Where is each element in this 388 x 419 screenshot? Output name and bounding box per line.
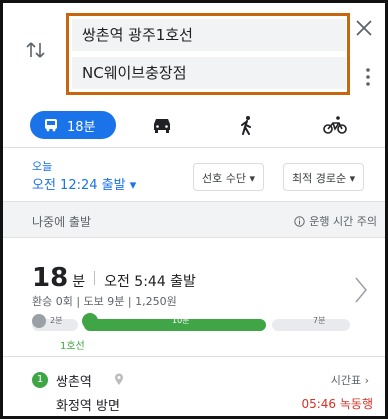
route-details: 환승 0회 | 도보 9분 | 1,250원: [32, 295, 177, 308]
next-departure: 05:46 녹동행: [301, 397, 373, 411]
close-icon[interactable]: [353, 17, 375, 39]
bicycle-icon[interactable]: [323, 115, 347, 135]
origin-field[interactable]: 쌍촌역 광주1호선: [72, 19, 346, 51]
date-label: 오늘: [32, 160, 53, 173]
swap-icon[interactable]: [23, 37, 49, 63]
tab-transit[interactable]: 18분: [30, 111, 116, 139]
subway-duration: 10분: [172, 316, 190, 325]
stop-name: 쌍촌역: [56, 375, 92, 390]
notice-text: 운행 시간 주의: [309, 215, 377, 228]
location-pin-icon: [115, 373, 123, 385]
walk-icon: [32, 314, 46, 328]
route-summary: 18 분 오전 5:44 출발: [32, 263, 196, 293]
later-bar: 나중에 출발 운행 시간 주의: [3, 201, 385, 238]
bus-icon: [45, 119, 57, 132]
service-time-notice[interactable]: 운행 시간 주의: [294, 213, 377, 229]
route-timeline: 2분 10분 7분: [32, 313, 350, 335]
route-card[interactable]: 18 분 오전 5:44 출발 환승 0회 | 도보 9분 | 1,250원 2…: [3, 238, 385, 416]
car-icon[interactable]: [150, 115, 174, 135]
line-name: 1호선: [60, 341, 85, 352]
info-icon: [294, 215, 305, 227]
walk-start-duration: 2분: [50, 316, 63, 325]
divider: [94, 271, 96, 285]
walk-icon[interactable]: [235, 115, 259, 135]
divider: [3, 356, 385, 357]
sort-order-dropdown[interactable]: 최적 경로순 ▾: [283, 163, 365, 191]
search-highlight-box: 쌍촌역 광주1호선 NC웨이브충장점: [66, 13, 350, 95]
walk-end-duration: 7분: [313, 316, 326, 325]
search-header: 쌍촌역 광주1호선 NC웨이브충장점: [3, 3, 385, 100]
preferred-mode-dropdown[interactable]: 선호 수단 ▾: [193, 163, 264, 191]
departure-time-selector[interactable]: 오전 12:24 출발 ▾: [32, 174, 136, 193]
timetable-link[interactable]: 시간표 ›: [331, 372, 369, 388]
depart-later-link[interactable]: 나중에 출발: [32, 213, 91, 230]
walk-segment-end: [272, 319, 350, 331]
stop-number-badge: 1: [32, 372, 48, 388]
chevron-right-icon[interactable]: [353, 276, 369, 304]
departure-time: 오전 5:44 출발: [104, 274, 196, 290]
direction-label: 화정역 방면: [56, 399, 120, 414]
more-options-icon[interactable]: [365, 67, 371, 87]
duration-number: 18: [32, 263, 69, 293]
departure-options: 오늘 오전 12:24 출발 ▾ 선호 수단 ▾ 최적 경로순 ▾: [3, 149, 385, 201]
duration-unit: 분: [72, 274, 86, 290]
destination-field[interactable]: NC웨이브충장점: [72, 57, 346, 89]
travel-mode-tabs: 18분: [3, 100, 385, 148]
subway-icon: [82, 313, 98, 329]
transit-duration: 18분: [67, 119, 96, 135]
app-frame: 쌍촌역 광주1호선 NC웨이브충장점 18분 오늘 오전 12:24 출발 ▾ …: [0, 0, 388, 419]
